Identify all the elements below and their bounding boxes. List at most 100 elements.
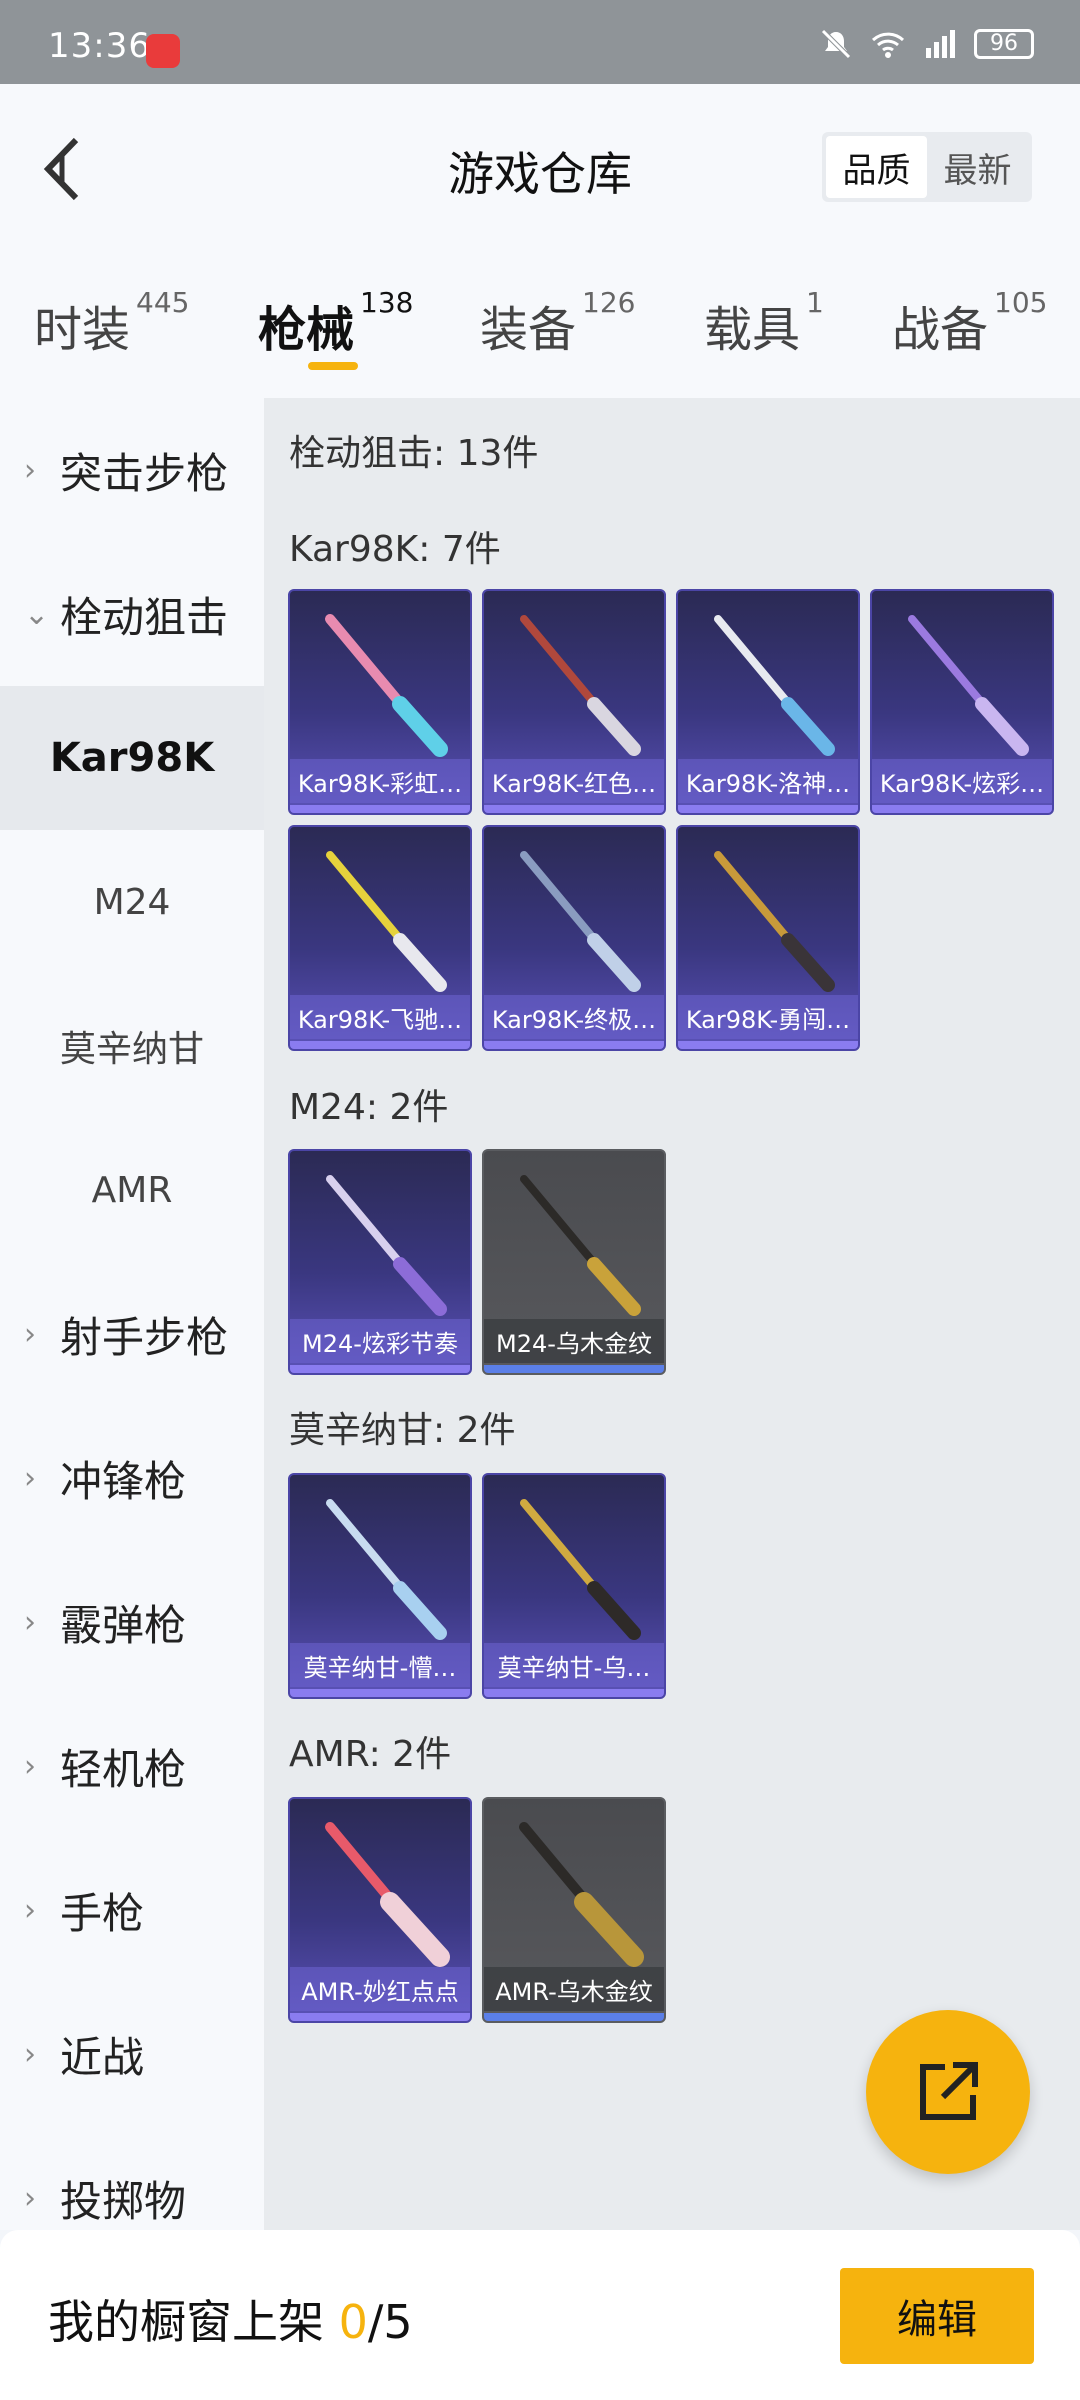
rarity-bar xyxy=(872,805,1052,813)
item-name: Kar98K-红色… xyxy=(484,759,664,803)
sidebar-item-melee[interactable]: › 近战 xyxy=(0,1982,264,2126)
showcase-current: 0 xyxy=(338,2295,368,2349)
wifi-icon xyxy=(871,32,905,58)
rarity-bar xyxy=(290,1365,470,1373)
sidebar-subitem-m24[interactable]: M24 xyxy=(0,830,264,974)
tab-label: 载具 xyxy=(704,302,801,358)
sidebar-item-label: 射手步枪 xyxy=(60,1312,229,1362)
chevron-right-icon: › xyxy=(24,1460,36,1496)
rifle-icon xyxy=(714,615,835,756)
item-card[interactable]: M24-乌木金纹 xyxy=(482,1149,666,1375)
chevron-right-icon: › xyxy=(24,1892,36,1928)
item-card[interactable]: Kar98K-彩虹… xyxy=(288,589,472,815)
sidebar-item-label: 冲锋枪 xyxy=(60,1456,187,1506)
group-title-mosin: 莫辛纳甘: 2件 xyxy=(289,1410,516,1451)
sidebar-item-label: 手枪 xyxy=(60,1888,145,1938)
sidebar-item-shotgun[interactable]: › 霰弹枪 xyxy=(0,1550,264,1694)
sidebar-item-label: 投掷物 xyxy=(60,2176,187,2226)
rarity-bar xyxy=(290,2013,470,2021)
sidebar-item-pistol[interactable]: › 手枪 xyxy=(0,1838,264,1982)
chevron-down-icon: ⌄ xyxy=(24,596,50,632)
tab-tactical[interactable]: 战备 105 xyxy=(892,286,1047,360)
group-title-amr: AMR: 2件 xyxy=(289,1734,452,1775)
tab-equipment[interactable]: 装备 126 xyxy=(480,286,635,360)
sidebar: › 突击步枪 ⌄ 栓动狙击 Kar98K M24 莫辛纳甘 AMR › 射手步枪 › 冲… xyxy=(0,398,264,2230)
sort-quality-button[interactable]: 品质 xyxy=(826,136,927,198)
item-card[interactable]: Kar98K-飞驰… xyxy=(288,825,472,1051)
sidebar-item-dmr[interactable]: › 射手步枪 xyxy=(0,1262,264,1406)
item-name: AMR-妙红点点 xyxy=(290,1967,470,2011)
rarity-bar xyxy=(484,2013,664,2021)
showcase-total: /5 xyxy=(367,2295,413,2349)
rarity-bar xyxy=(484,805,664,813)
tab-label: 装备 xyxy=(480,302,577,358)
sidebar-item-lmg[interactable]: › 轻机枪 xyxy=(0,1694,264,1838)
item-card[interactable]: Kar98K-炫彩… xyxy=(870,589,1054,815)
tab-label: 战备 xyxy=(892,302,989,358)
chevron-right-icon: › xyxy=(24,1604,36,1640)
rarity-bar xyxy=(678,1041,858,1049)
tab-guns[interactable]: 枪械 138 xyxy=(258,286,413,360)
sidebar-item-label: 近战 xyxy=(60,2032,145,2082)
battery-icon: 96 xyxy=(974,29,1034,59)
sort-newest-button[interactable]: 最新 xyxy=(927,136,1028,198)
rarity-bar xyxy=(290,1689,470,1697)
item-name: 莫辛纳甘-乌… xyxy=(484,1643,664,1687)
item-name: Kar98K-终极… xyxy=(484,995,664,1039)
status-bar: 13:36 96 xyxy=(0,0,1080,84)
chevron-right-icon: › xyxy=(24,2036,36,2072)
rarity-bar xyxy=(484,1365,664,1373)
rifle-icon xyxy=(520,1175,641,1316)
sidebar-item-label: 霰弹枪 xyxy=(60,1600,187,1650)
tab-count: 126 xyxy=(582,286,636,319)
category-title: 栓动狙击: 13件 xyxy=(289,433,539,474)
tab-count: 105 xyxy=(994,286,1048,319)
sort-toggle: 品质 最新 xyxy=(822,132,1032,202)
tab-label: 时装 xyxy=(34,302,131,358)
sidebar-item-assault-rifle[interactable]: › 突击步枪 xyxy=(0,398,264,542)
item-card[interactable]: Kar98K-洛神… xyxy=(676,589,860,815)
item-name: AMR-乌木金纹 xyxy=(484,1967,664,2011)
item-card[interactable]: Kar98K-终极… xyxy=(482,825,666,1051)
item-name: Kar98K-彩虹… xyxy=(290,759,470,803)
sidebar-item-label: 栓动狙击 xyxy=(60,592,229,642)
sidebar-subitem-mosin[interactable]: 莫辛纳甘 xyxy=(0,974,264,1118)
rarity-bar xyxy=(290,1041,470,1049)
app-notification-icon xyxy=(146,34,180,68)
tab-count: 138 xyxy=(360,286,414,319)
rarity-bar xyxy=(290,805,470,813)
item-card[interactable]: 莫辛纳甘-懵… xyxy=(288,1473,472,1699)
chevron-right-icon: › xyxy=(24,452,36,488)
rifle-icon xyxy=(326,851,447,992)
group-title-m24: M24: 2件 xyxy=(289,1087,449,1128)
item-card[interactable]: AMR-乌木金纹 xyxy=(482,1797,666,2023)
sidebar-item-smg[interactable]: › 冲锋枪 xyxy=(0,1406,264,1550)
category-tabs: 时装 445 枪械 138 装备 126 载具 1 战备 105 xyxy=(0,250,1080,398)
rifle-icon xyxy=(520,851,641,992)
status-time: 13:36 xyxy=(48,26,151,66)
item-card[interactable]: Kar98K-红色… xyxy=(482,589,666,815)
sidebar-subitem-kar98k[interactable]: Kar98K xyxy=(0,686,264,830)
share-icon xyxy=(920,2062,978,2120)
sidebar-item-bolt-sniper[interactable]: ⌄ 栓动狙击 xyxy=(0,542,264,686)
rifle-icon xyxy=(325,1822,450,1967)
item-card[interactable]: M24-炫彩节奏 xyxy=(288,1149,472,1375)
rifle-icon xyxy=(325,614,448,757)
item-name: Kar98K-勇闯… xyxy=(678,995,858,1039)
tab-fashion[interactable]: 时装 445 xyxy=(34,286,189,360)
tab-vehicles[interactable]: 载具 1 xyxy=(704,286,824,360)
showcase-label: 我的橱窗上架 xyxy=(48,2295,339,2349)
mute-icon xyxy=(821,29,851,59)
item-card[interactable]: Kar98K-勇闯… xyxy=(676,825,860,1051)
chevron-right-icon: › xyxy=(24,1316,36,1352)
rifle-icon xyxy=(519,1822,644,1967)
item-card[interactable]: AMR-妙红点点 xyxy=(288,1797,472,2023)
item-grid: 栓动狙击: 13件 Kar98K: 7件 Kar98K-彩虹… Kar98K-红… xyxy=(264,398,1080,2230)
item-name: Kar98K-洛神… xyxy=(678,759,858,803)
item-card[interactable]: 莫辛纳甘-乌… xyxy=(482,1473,666,1699)
sidebar-subitem-amr[interactable]: AMR xyxy=(0,1118,264,1262)
status-icons: 96 xyxy=(818,28,1034,60)
share-button[interactable] xyxy=(866,2010,1030,2174)
rifle-icon xyxy=(714,851,835,992)
edit-button[interactable]: 编辑 xyxy=(840,2268,1034,2364)
